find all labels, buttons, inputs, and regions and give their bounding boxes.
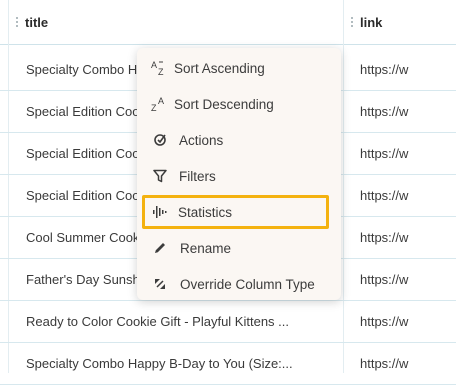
menu-item-actions[interactable]: Actions (137, 122, 341, 158)
svg-text:A: A (158, 96, 164, 106)
cell-link[interactable]: https://w (360, 174, 456, 216)
cell-link[interactable]: https://w (360, 90, 456, 132)
drag-handle-icon[interactable] (16, 15, 20, 29)
menu-item-sort-descending[interactable]: Z A Sort Descending (137, 86, 341, 122)
menu-item-label: Sort Descending (174, 96, 274, 112)
menu-item-label: Filters (179, 168, 216, 184)
cell-title[interactable]: Ready to Color Cookie Gift - Playful Kit… (26, 300, 326, 342)
column-header-label: link (360, 14, 383, 30)
grid-header: title link (0, 0, 456, 45)
table-row[interactable]: Ready to Color Cookie Gift - Playful Kit… (0, 300, 456, 343)
menu-item-rename[interactable]: Rename (137, 230, 341, 266)
menu-item-label: Rename (180, 240, 232, 256)
svg-text:Z: Z (158, 67, 164, 77)
menu-item-label: Sort Ascending (174, 60, 265, 76)
column-header-label: title (25, 14, 49, 30)
cell-link[interactable]: https://w (360, 132, 456, 174)
menu-item-sort-ascending[interactable]: A Z Sort Ascending (137, 50, 341, 86)
column-context-menu: A Z Sort Ascending Z A Sort Descending A… (137, 48, 341, 300)
cell-link[interactable]: https://w (360, 216, 456, 258)
menu-item-statistics[interactable]: Statistics (137, 194, 341, 230)
svg-text:Z: Z (151, 103, 157, 113)
column-header-link[interactable]: link (351, 0, 382, 44)
column-header-title[interactable]: title (16, 0, 48, 44)
pencil-icon (151, 239, 169, 257)
statistics-icon (151, 203, 169, 221)
menu-item-label: Statistics (178, 204, 233, 220)
cell-link[interactable]: https://w (360, 258, 456, 300)
sort-za-icon: Z A (151, 95, 169, 113)
sort-az-icon: A Z (151, 59, 169, 77)
drag-handle-icon[interactable] (351, 15, 355, 29)
override-type-icon (151, 275, 169, 293)
filter-icon (151, 167, 169, 185)
menu-item-override-column-type[interactable]: Override Column Type (137, 266, 341, 302)
cell-link[interactable]: https://w (360, 48, 456, 90)
svg-text:A: A (151, 60, 157, 70)
cell-link[interactable]: https://w (360, 342, 456, 384)
menu-item-label: Actions (179, 132, 224, 148)
menu-item-filters[interactable]: Filters (137, 158, 341, 194)
cell-link[interactable]: https://w (360, 300, 456, 342)
actions-icon (151, 131, 169, 149)
menu-item-label: Override Column Type (180, 276, 315, 292)
cell-title[interactable]: Specialty Combo Happy B-Day to You (Size… (26, 342, 326, 384)
table-row[interactable]: Specialty Combo Happy B-Day to You (Size… (0, 342, 456, 385)
